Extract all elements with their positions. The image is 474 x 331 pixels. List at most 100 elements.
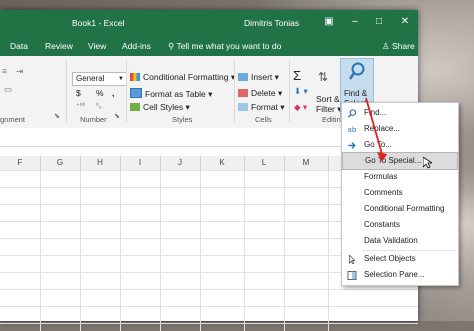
number-group-label: Number <box>80 115 107 124</box>
share-button[interactable]: ♙ Share <box>382 41 415 52</box>
sort-filter-icon: ⇅ <box>318 70 329 84</box>
column-header[interactable]: J <box>160 156 201 170</box>
maximize-button[interactable]: □ <box>372 15 386 29</box>
replace-icon: ab <box>348 125 357 134</box>
magnifier-icon <box>348 62 365 80</box>
styles-group-label: Styles <box>172 115 193 124</box>
group-divider <box>66 60 67 122</box>
autosum-button[interactable]: Σ <box>293 68 301 83</box>
user-name[interactable]: Dimitris Tonias <box>244 18 299 28</box>
menu-item-label: Selection Pane... <box>364 270 425 279</box>
menu-item-label: Formulas <box>364 172 398 181</box>
gridline <box>244 170 245 331</box>
mouse-cursor-icon <box>423 157 432 169</box>
menu-item-constants[interactable]: Constants <box>342 217 458 233</box>
tell-me-box[interactable]: ⚲ Tell me what you want to do <box>168 41 281 52</box>
menu-item-comments[interactable]: Comments <box>342 185 458 201</box>
close-button[interactable]: ✕ <box>398 15 412 29</box>
delete-button[interactable]: Delete ▾ <box>238 88 282 99</box>
insert-label: Insert <box>251 72 273 82</box>
gridline <box>284 170 285 331</box>
pointer-icon <box>348 255 356 264</box>
arrow-right-icon <box>348 142 356 149</box>
format-as-table-button[interactable]: Format as Table ▾ <box>130 88 212 100</box>
cells-group-label: Cells <box>255 115 272 124</box>
title-bar: Book1 - Excel Dimitris Tonias ▣ – □ ✕ <box>0 10 418 36</box>
conditional-formatting-label: Conditional Formatting <box>143 72 229 82</box>
column-header[interactable]: I <box>120 156 161 170</box>
conditional-formatting-icon <box>130 73 140 81</box>
menu-item-conditional-formatting[interactable]: Conditional Formatting <box>342 201 458 217</box>
group-divider <box>234 60 235 122</box>
column-header[interactable]: M <box>284 156 329 170</box>
menu-item-label: Constants <box>364 220 401 229</box>
sort-filter-button[interactable]: Sort & Filter ▾ <box>316 94 342 114</box>
conditional-formatting-button[interactable]: Conditional Formatting ▾ <box>130 72 235 83</box>
delete-label: Delete <box>251 88 276 98</box>
tab-review[interactable]: Review <box>45 41 73 51</box>
gridline <box>80 170 81 331</box>
table-icon <box>130 88 142 98</box>
selection-pane-icon <box>347 271 357 280</box>
menu-item-selection-pane[interactable]: Selection Pane... <box>342 267 458 283</box>
group-divider <box>289 60 290 122</box>
minimize-button[interactable]: – <box>348 15 362 29</box>
gridline <box>328 170 329 331</box>
gridline <box>200 170 201 331</box>
insert-button[interactable]: Insert ▾ <box>238 72 279 83</box>
tab-view[interactable]: View <box>88 41 106 51</box>
fill-icon[interactable]: ⬇ ▾ <box>294 86 308 97</box>
currency-button[interactable]: $ <box>76 88 81 98</box>
merge-icon[interactable]: ▭ <box>4 84 12 95</box>
gridline <box>120 170 121 331</box>
sort-filter-label-1: Sort & <box>316 94 340 104</box>
decrease-decimal-icon[interactable]: ⁰₀ <box>96 102 102 110</box>
percent-button[interactable]: % <box>96 88 104 98</box>
align-left-icon[interactable]: ≡ <box>2 66 7 76</box>
menu-item-label: Select Objects <box>364 254 416 263</box>
tab-add-ins[interactable]: Add-ins <box>122 41 151 51</box>
column-header[interactable]: F <box>0 156 41 170</box>
column-header[interactable]: H <box>80 156 121 170</box>
gridline <box>160 170 161 331</box>
tell-me-text: Tell me what you want to do <box>176 41 282 51</box>
menu-item-formulas[interactable]: Formulas <box>342 169 458 185</box>
increase-decimal-icon[interactable]: ⁺⁰⁰ <box>76 102 85 110</box>
cell-styles-icon <box>130 103 140 111</box>
person-icon: ♙ <box>382 41 392 51</box>
tab-data[interactable]: Data <box>10 41 28 51</box>
cell-styles-label: Cell Styles <box>143 102 184 112</box>
window-title: Book1 - Excel <box>72 18 125 28</box>
number-format-select[interactable]: General ▼ <box>72 72 127 86</box>
menu-item-label: Comments <box>364 188 403 197</box>
ribbon-tabs: Data Review View Add-ins ⚲ Tell me what … <box>0 36 418 56</box>
group-divider <box>126 60 127 122</box>
menu-item-data-validation[interactable]: Data Validation <box>342 233 458 249</box>
comma-style-button[interactable]: , <box>112 88 114 98</box>
number-launcher-icon[interactable]: ⬊ <box>114 112 120 120</box>
number-format-value: General <box>76 74 105 83</box>
svg-text:ab: ab <box>348 125 357 134</box>
gridline <box>40 170 41 331</box>
format-as-table-label: Format as Table <box>145 89 206 99</box>
format-button[interactable]: Format ▾ <box>238 102 285 113</box>
wrap-text-icon[interactable]: ⇥ <box>16 66 23 77</box>
format-label: Format <box>251 102 278 112</box>
menu-item-label: Conditional Formatting <box>364 204 445 213</box>
magnifier-icon <box>347 109 357 118</box>
menu-item-label: Data Validation <box>364 236 418 245</box>
column-header[interactable]: G <box>40 156 81 170</box>
pointer-arrow-annotation <box>365 97 387 162</box>
alignment-launcher-icon[interactable]: ⬊ <box>54 112 60 120</box>
sort-filter-label-2: Filter <box>316 104 335 114</box>
column-header[interactable]: L <box>244 156 285 170</box>
insert-cells-icon <box>238 73 248 81</box>
delete-cells-icon <box>238 89 248 97</box>
clear-icon[interactable]: ◆ ▾ <box>294 102 307 113</box>
alignment-group-label: gnment <box>0 115 26 124</box>
cell-styles-button[interactable]: Cell Styles ▾ <box>130 102 190 113</box>
menu-item-select-objects[interactable]: Select Objects <box>342 251 458 267</box>
column-header[interactable]: K <box>200 156 245 170</box>
ribbon-display-icon[interactable]: ▣ <box>322 15 336 29</box>
find-select-menu: Find... ab Replace... Go To... Go To Spe… <box>341 102 459 286</box>
